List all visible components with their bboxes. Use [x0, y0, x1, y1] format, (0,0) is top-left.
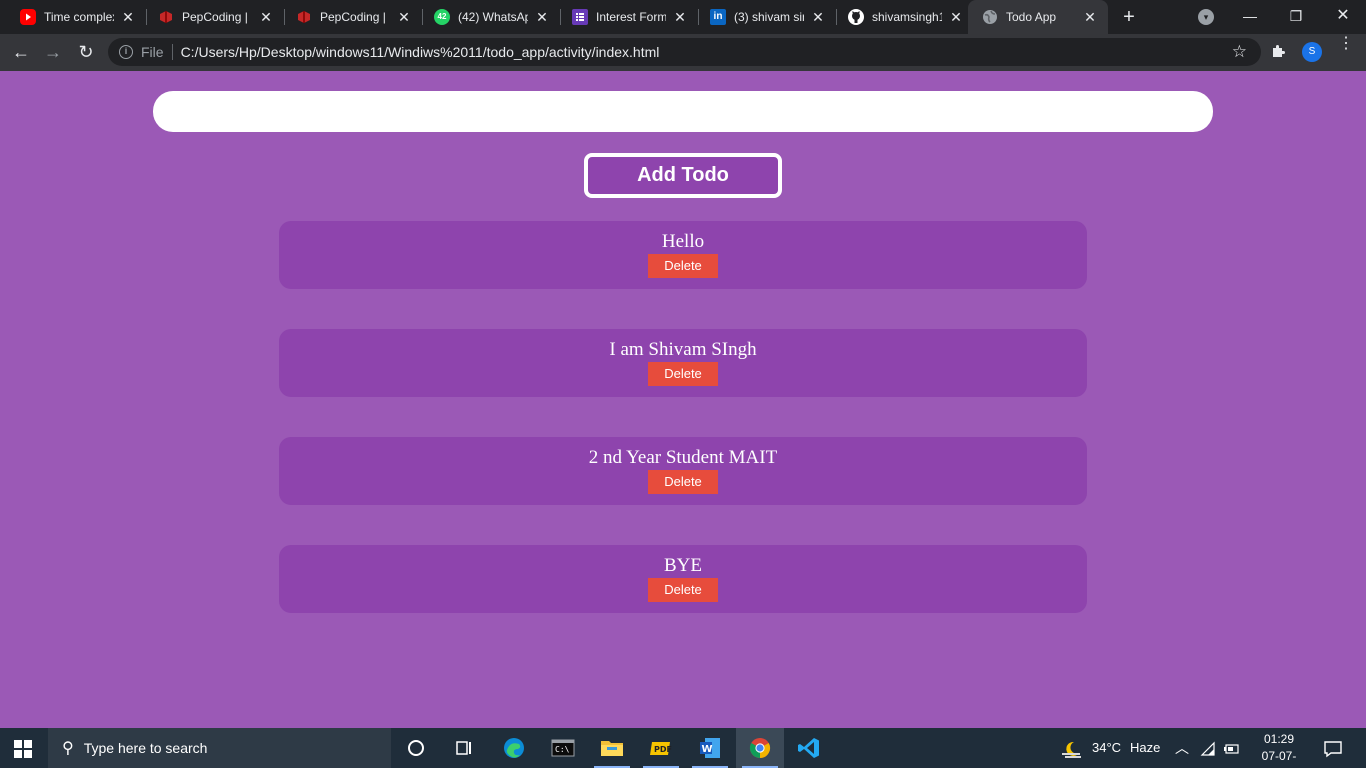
- tab-linkedin[interactable]: in (3) shivam sin ✕: [690, 0, 836, 34]
- todo-text: BYE: [664, 555, 702, 576]
- linkedin-icon: in: [710, 9, 726, 25]
- close-window-button[interactable]: ✕: [1320, 0, 1366, 34]
- forward-button[interactable]: →: [41, 40, 65, 64]
- windows-taskbar: ⚲ Type here to search C:\ PDF W 34°C Haz…: [0, 728, 1366, 768]
- svg-text:PDF: PDF: [654, 745, 672, 754]
- search-icon: ⚲: [62, 740, 74, 757]
- chrome-icon[interactable]: [736, 728, 784, 768]
- url-text[interactable]: C:/Users/Hp/Desktop/windows11/Windiws%20…: [181, 44, 660, 60]
- forms-icon: [572, 9, 588, 25]
- delete-button[interactable]: Delete: [648, 578, 718, 602]
- tab-title: Todo App: [1006, 10, 1057, 24]
- tab-title: PepCoding | I: [320, 10, 390, 24]
- close-tab-icon[interactable]: ✕: [258, 9, 274, 25]
- tab-strip: Time complex ✕ PepCoding | N ✕ PepCoding…: [0, 0, 1366, 34]
- svg-text:C:\: C:\: [555, 745, 570, 754]
- globe-icon: [982, 9, 998, 25]
- pdf-reader-icon[interactable]: PDF: [637, 728, 685, 768]
- extensions-puzzle-icon[interactable]: [1270, 43, 1286, 63]
- todo-item: 2 nd Year Student MAIT Delete: [279, 437, 1087, 505]
- browser-toolbar: ← → ↻ i File C:/Users/Hp/Desktop/windows…: [0, 34, 1366, 71]
- tab-pepcoding-1[interactable]: PepCoding | N ✕: [138, 0, 284, 34]
- github-icon: [848, 9, 864, 25]
- terminal-icon[interactable]: C:\: [539, 728, 587, 768]
- windows-start-icon[interactable]: [14, 740, 32, 758]
- edge-browser-icon[interactable]: [490, 728, 538, 768]
- vscode-icon[interactable]: [785, 728, 833, 768]
- bookmark-star-icon[interactable]: ☆: [1232, 42, 1247, 62]
- weather-temperature[interactable]: 34°C: [1092, 728, 1121, 768]
- word-icon[interactable]: W: [686, 728, 734, 768]
- close-tab-icon[interactable]: ✕: [1082, 9, 1098, 25]
- tab-github[interactable]: shivamsingh1 ✕: [828, 0, 974, 34]
- search-placeholder: Type here to search: [83, 740, 208, 756]
- system-clock[interactable]: 01:29 07-07-2021: [1249, 731, 1309, 768]
- omnibox-divider: [171, 44, 173, 60]
- close-tab-icon[interactable]: ✕: [948, 9, 964, 25]
- restore-button[interactable]: ❐: [1273, 0, 1319, 34]
- close-tab-icon[interactable]: ✕: [396, 9, 412, 25]
- clock-time: 01:29: [1263, 732, 1295, 746]
- todo-item: I am Shivam SIngh Delete: [279, 329, 1087, 397]
- notifications-icon[interactable]: [1323, 728, 1343, 768]
- task-view-icon[interactable]: [440, 728, 488, 768]
- show-hidden-icons-icon[interactable]: ︿: [1175, 728, 1189, 768]
- weather-condition[interactable]: Haze: [1130, 728, 1160, 768]
- todo-text: Hello: [661, 231, 705, 252]
- tab-title: (3) shivam sin: [734, 10, 804, 24]
- tab-todo-app-active[interactable]: Todo App ✕: [968, 0, 1108, 34]
- new-tab-button[interactable]: +: [1117, 5, 1141, 29]
- delete-button[interactable]: Delete: [648, 254, 718, 278]
- info-icon[interactable]: i: [119, 45, 133, 59]
- tab-youtube[interactable]: Time complex ✕: [0, 0, 146, 34]
- taskbar-search-box[interactable]: ⚲ Type here to search: [48, 728, 391, 768]
- delete-button[interactable]: Delete: [648, 470, 718, 494]
- network-icon[interactable]: [1200, 728, 1216, 768]
- tab-pepcoding-2[interactable]: PepCoding | I ✕: [276, 0, 422, 34]
- tab-title: (42) WhatsAp: [458, 10, 528, 24]
- pepcoding-icon: [296, 9, 312, 25]
- tab-title: Time complex: [44, 10, 114, 24]
- tab-interest-form[interactable]: Interest Form ✕: [552, 0, 698, 34]
- svg-text:W: W: [702, 744, 713, 755]
- address-bar[interactable]: i File C:/Users/Hp/Desktop/windows11/Win…: [108, 38, 1261, 66]
- todo-text: I am Shivam SIngh: [609, 339, 757, 360]
- youtube-icon: [20, 9, 36, 25]
- close-tab-icon[interactable]: ✕: [534, 9, 550, 25]
- weather-icon[interactable]: [1060, 728, 1084, 768]
- tab-title: Interest Form: [596, 10, 666, 24]
- todo-item: Hello Delete: [279, 221, 1087, 289]
- back-button[interactable]: ←: [9, 40, 33, 64]
- profile-avatar[interactable]: S: [1302, 42, 1322, 62]
- todo-app-page: Add Todo Hello Delete I am Shivam SIngh …: [0, 71, 1366, 728]
- pepcoding-icon: [158, 9, 174, 25]
- close-tab-icon[interactable]: ✕: [810, 9, 826, 25]
- tab-title: shivamsingh1: [872, 10, 942, 24]
- cortana-icon[interactable]: [392, 728, 440, 768]
- whatsapp-icon: 42: [434, 9, 450, 25]
- delete-button[interactable]: Delete: [648, 362, 718, 386]
- file-explorer-icon[interactable]: [588, 728, 636, 768]
- add-todo-button[interactable]: Add Todo: [584, 153, 782, 198]
- todo-text: 2 nd Year Student MAIT: [588, 447, 778, 468]
- close-tab-icon[interactable]: ✕: [672, 9, 688, 25]
- file-scheme-label: File: [141, 44, 164, 60]
- tab-whatsapp[interactable]: 42 (42) WhatsAp ✕: [414, 0, 560, 34]
- todo-list: Hello Delete I am Shivam SIngh Delete 2 …: [279, 221, 1087, 653]
- battery-icon[interactable]: [1222, 728, 1240, 768]
- menu-kebab-icon[interactable]: ⋮: [1338, 36, 1354, 52]
- reload-button[interactable]: ↻: [74, 40, 98, 64]
- close-tab-icon[interactable]: ✕: [120, 9, 136, 25]
- minimize-button[interactable]: —: [1227, 0, 1273, 34]
- tab-title: PepCoding | N: [182, 10, 252, 24]
- todo-item: BYE Delete: [279, 545, 1087, 613]
- todo-input[interactable]: [153, 91, 1213, 132]
- clock-date: 07-07-2021: [1261, 749, 1297, 768]
- tab-search-icon[interactable]: ▾: [1198, 9, 1214, 25]
